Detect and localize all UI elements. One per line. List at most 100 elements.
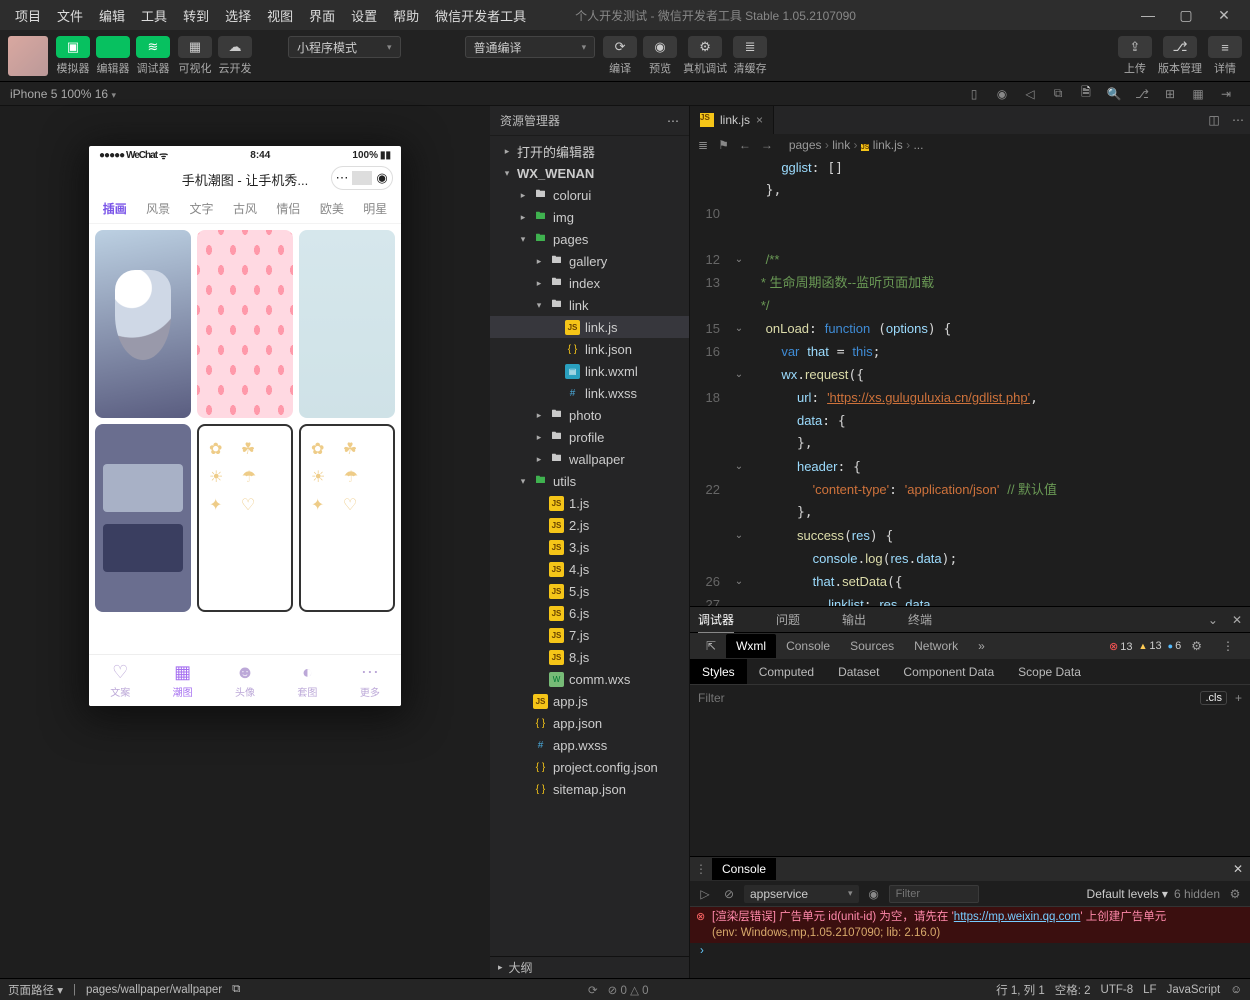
levels-select[interactable]: Default levels ▾ [1087, 887, 1168, 901]
tabbar-item[interactable]: ◐套图 [276, 655, 338, 706]
tree-node[interactable]: { }app.json [490, 712, 689, 734]
toolbar-button[interactable]: ≣清缓存 [733, 36, 767, 76]
tree-node[interactable]: JS6.js [490, 602, 689, 624]
branch-icon[interactable]: ⎇ [1128, 87, 1156, 101]
tabbar-item[interactable]: ▦潮图 [151, 655, 213, 706]
tabbar-item[interactable]: ⋯更多 [339, 655, 401, 706]
copy-icon[interactable]: ⧉ [1044, 86, 1072, 101]
record-icon[interactable]: ◉ [988, 87, 1016, 101]
menu-item[interactable]: 文件 [50, 2, 90, 29]
menu-item[interactable]: 界面 [302, 2, 342, 29]
play-icon[interactable]: ▷ [696, 887, 714, 901]
devtools-tab[interactable]: Console [776, 639, 840, 653]
encoding[interactable]: UTF-8 [1101, 984, 1134, 996]
wallpaper-item[interactable] [197, 230, 293, 418]
mode-select[interactable]: 小程序模式 [288, 36, 401, 58]
maximize-button[interactable]: ▢ [1168, 7, 1204, 24]
menu-item[interactable]: 编辑 [92, 2, 132, 29]
wallpaper-item[interactable] [95, 424, 191, 612]
inspect-icon[interactable]: ⇱ [696, 639, 726, 653]
toolbar-button[interactable]: ⟳编译 [603, 36, 637, 76]
devtools-tab[interactable]: Network [904, 639, 968, 653]
toolbar-button[interactable]: ◉预览 [643, 36, 677, 76]
tree-node[interactable]: Wcomm.wxs [490, 668, 689, 690]
context-select[interactable]: appservice [744, 885, 859, 903]
devtools-header-tab[interactable]: 输出 [842, 611, 866, 628]
cursor-loc[interactable]: 行 1, 列 1 [996, 982, 1045, 998]
category-tab[interactable]: 插画 [93, 194, 136, 223]
menu-item[interactable]: 工具 [134, 2, 174, 29]
console-output[interactable]: [渲染层错误] 广告单元 id(unit-id) 为空，请先在 'https:/… [690, 907, 1250, 978]
filter-input[interactable] [698, 691, 1192, 705]
tree-node[interactable]: ▾🖿link [490, 294, 689, 316]
page-path-label[interactable]: 页面路径 ▾ [8, 982, 63, 998]
toolbar-button[interactable]: ≡详情 [1208, 36, 1242, 76]
phone-frame[interactable]: ●●●●● WeChat ᯤ 8:44 100% ▮▮ 手机潮图 - 让手机秀.… [89, 146, 401, 706]
toolbar-button[interactable]: ≋调试器 [136, 36, 170, 76]
list-icon[interactable]: ≣ [698, 138, 708, 152]
page-path[interactable]: pages/wallpaper/wallpaper [86, 984, 222, 996]
styles-subtab[interactable]: Dataset [826, 659, 891, 684]
tree-node[interactable]: ▾WX_WENAN [490, 162, 689, 184]
ext1-icon[interactable]: ⊞ [1156, 87, 1184, 101]
console-filter[interactable] [889, 885, 979, 903]
indent[interactable]: 空格: 2 [1055, 982, 1091, 998]
cls-toggle[interactable]: .cls [1200, 691, 1227, 705]
split-icon[interactable]: ◫ [1202, 106, 1226, 134]
phone-icon[interactable]: ▯ [960, 87, 988, 101]
toolbar-button[interactable]: ▣模拟器 [56, 36, 90, 76]
tree-node[interactable]: { }link.json [490, 338, 689, 360]
code-area[interactable]: gglist: [] },1012⌄ /**13 * 生命周期函数--监听页面加… [690, 156, 1250, 606]
clear-icon[interactable]: ⊘ [720, 887, 738, 901]
menu-item[interactable]: 选择 [218, 2, 258, 29]
feedback-icon[interactable]: ☺ [1230, 984, 1242, 996]
tree-node[interactable]: JS3.js [490, 536, 689, 558]
avatar[interactable] [8, 36, 48, 76]
more-icon[interactable]: ⋯ [667, 114, 679, 128]
menu-item[interactable]: 视图 [260, 2, 300, 29]
bookmark-icon[interactable]: ⚑ [718, 138, 729, 152]
refresh-icon[interactable]: ⟳ [588, 983, 598, 997]
tree-node[interactable]: JS4.js [490, 558, 689, 580]
tabbar-item[interactable]: ♡文案 [89, 655, 151, 706]
tree-node[interactable]: #app.wxss [490, 734, 689, 756]
toolbar-button[interactable]: ☁云开发 [218, 36, 252, 76]
tree-node[interactable]: ▸🖿img [490, 206, 689, 228]
category-tab[interactable]: 情侣 [267, 194, 310, 223]
add-rule-icon[interactable]: + [1235, 691, 1242, 705]
tree-node[interactable]: JSapp.js [490, 690, 689, 712]
problems[interactable]: ⊘ 0 △ 0 [608, 983, 649, 997]
toolbar-button[interactable]: ⇪上传 [1118, 36, 1152, 76]
collapse-console-icon[interactable]: ⋮ [690, 862, 712, 876]
styles-subtab[interactable]: Component Data [891, 659, 1006, 684]
tree-node[interactable]: JS5.js [490, 580, 689, 602]
devtools-header-tab[interactable]: 问题 [776, 611, 800, 628]
eye-icon[interactable]: ◉ [865, 887, 883, 901]
tree-node[interactable]: ▸🖿photo [490, 404, 689, 426]
styles-subtab[interactable]: Computed [747, 659, 826, 684]
tree-node[interactable]: ▸🖿colorui [490, 184, 689, 206]
forward-icon[interactable]: → [761, 138, 773, 152]
devtools-header-tab[interactable]: 调试器 [698, 611, 734, 634]
category-tab[interactable]: 古风 [223, 194, 266, 223]
close-console-icon[interactable]: ✕ [1226, 862, 1250, 876]
toolbar-button[interactable]: ⚙真机调试 [683, 36, 727, 76]
styles-subtab[interactable]: Scope Data [1006, 659, 1093, 684]
tree-node[interactable]: { }sitemap.json [490, 778, 689, 800]
capsule[interactable]: ⋯◉ [331, 166, 393, 190]
tree-node[interactable]: ▾🖿pages [490, 228, 689, 250]
category-tab[interactable]: 明星 [354, 194, 397, 223]
wallpaper-item[interactable] [299, 424, 395, 612]
eol[interactable]: LF [1143, 984, 1156, 996]
more-icon[interactable]: ⋯ [1226, 106, 1250, 134]
close-button[interactable]: ✕ [1206, 7, 1242, 24]
menu-item[interactable]: 帮助 [386, 2, 426, 29]
console-tab[interactable]: Console [712, 858, 776, 880]
devtools-header-tab[interactable]: 终端 [908, 611, 932, 628]
tree-node[interactable]: ▾🖿utils [490, 470, 689, 492]
settings-icon[interactable]: ⚙ [1181, 639, 1212, 653]
editor-tab[interactable]: JS link.js × [690, 106, 774, 134]
tree-node[interactable]: { }project.config.json [490, 756, 689, 778]
wallpaper-item[interactable] [299, 230, 395, 418]
language[interactable]: JavaScript [1167, 984, 1221, 996]
